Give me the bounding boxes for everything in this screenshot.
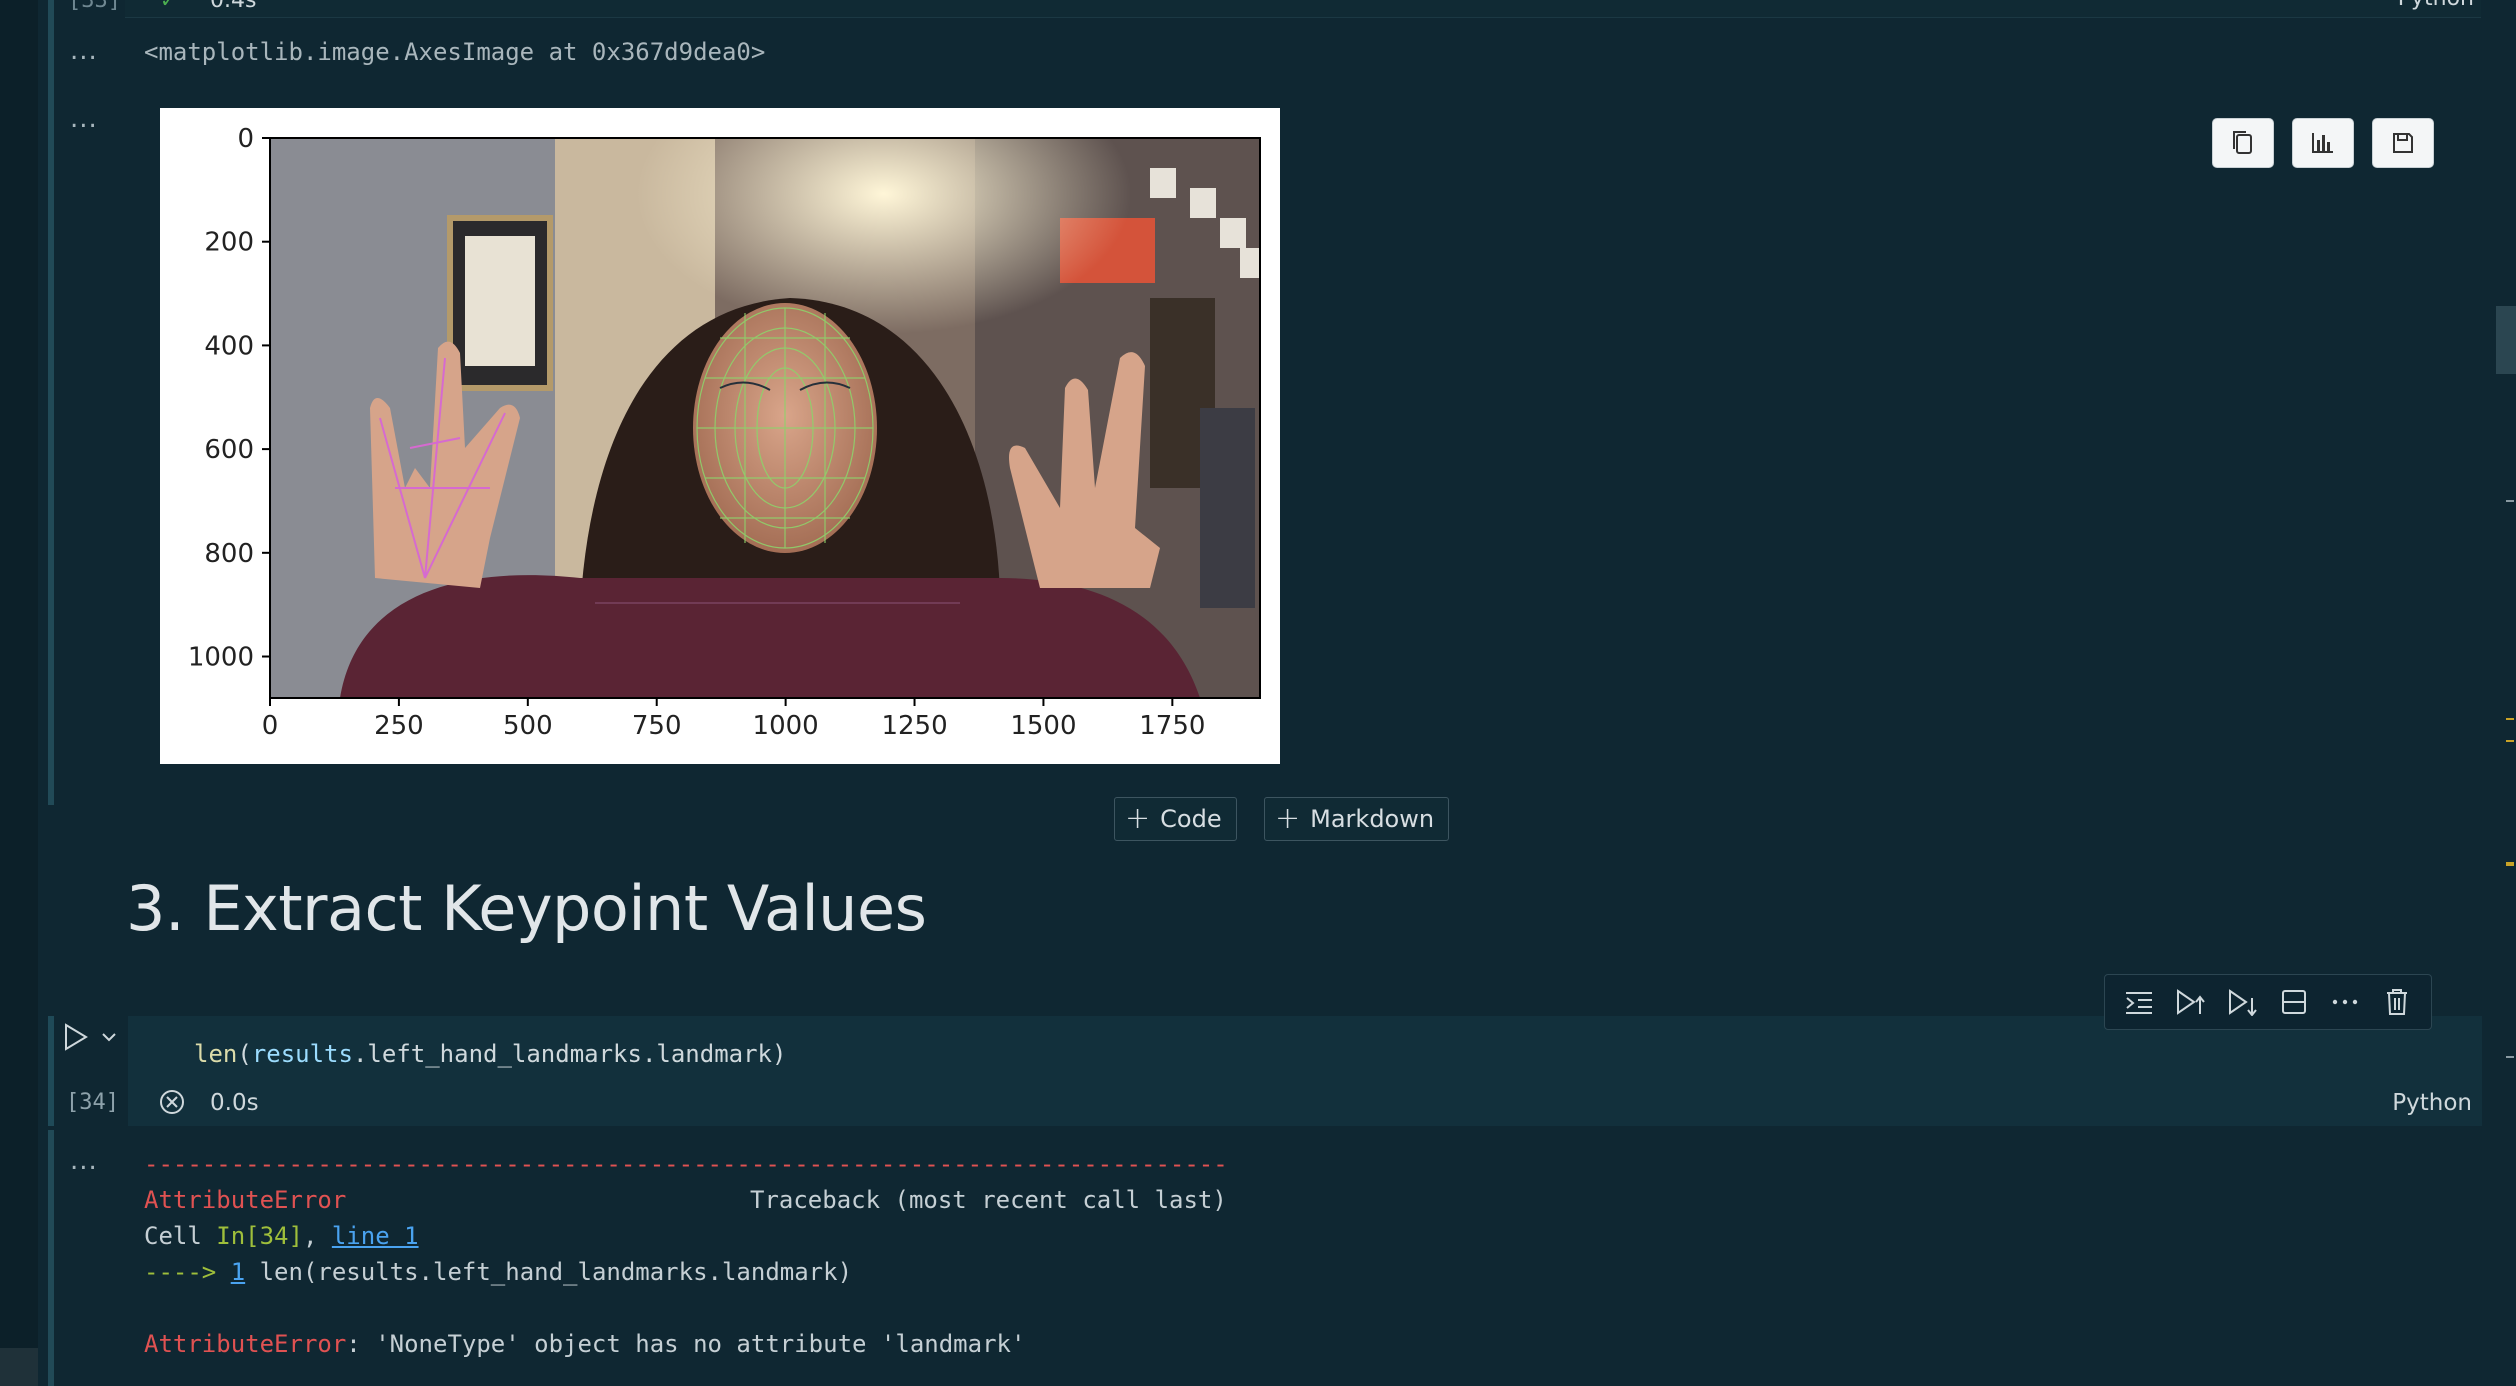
matplotlib-figure: 0 250 500 750 1000 1250 1500 1750 0 200 400 600 800… bbox=[160, 108, 1280, 764]
plus-icon: + bbox=[1125, 801, 1151, 836]
output-menu-button-2[interactable]: ... bbox=[70, 104, 98, 134]
run-above-icon bbox=[2177, 989, 2206, 1015]
line-number-link[interactable]: 1 bbox=[231, 1258, 245, 1286]
save-icon bbox=[2393, 133, 2413, 153]
add-code-cell-button[interactable]: + Code bbox=[1114, 797, 1237, 841]
overview-ruler-mark bbox=[2506, 740, 2514, 742]
vertical-scrollbar[interactable] bbox=[2494, 0, 2516, 1386]
y-tick-label: 400 bbox=[204, 331, 254, 361]
execute-above-button[interactable] bbox=[2119, 982, 2159, 1022]
split-cell-button[interactable] bbox=[2274, 982, 2314, 1022]
traceback-code: len(results.left_hand_landmarks.landmark… bbox=[245, 1258, 853, 1286]
execution-time: 0.0s bbox=[210, 1090, 259, 1116]
y-tick-label: 0 bbox=[237, 124, 254, 154]
traceback-location: Cell In[34], line 1 bbox=[144, 1218, 1228, 1254]
output-menu-button[interactable]: ... bbox=[70, 36, 98, 66]
section-heading[interactable]: 3. Extract Keypoint Values bbox=[126, 872, 927, 945]
overview-ruler-mark bbox=[2506, 500, 2514, 502]
y-tick-label: 800 bbox=[204, 539, 254, 569]
save-output-button[interactable] bbox=[2372, 118, 2434, 168]
success-check-icon: ✓ bbox=[160, 0, 177, 12]
error-type: AttributeError bbox=[144, 1186, 347, 1214]
x-axis: 0 250 500 750 1000 1250 1500 1750 bbox=[262, 698, 1205, 741]
cell-prefix: Cell bbox=[144, 1222, 217, 1250]
x-tick-label: 1000 bbox=[753, 711, 819, 741]
code-variable: results bbox=[251, 1040, 353, 1068]
cell-toolbar bbox=[2104, 974, 2432, 1030]
traceback-header: AttributeError Traceback (most recent cal… bbox=[144, 1182, 1228, 1218]
traceback-label: Traceback (most recent call last) bbox=[750, 1186, 1227, 1214]
code-function: len bbox=[194, 1040, 238, 1068]
x-tick-label: 0 bbox=[262, 711, 279, 741]
output-focus-bar bbox=[48, 1130, 54, 1386]
chevron-down-icon[interactable] bbox=[100, 1028, 118, 1046]
delete-icon bbox=[2387, 989, 2408, 1015]
code-line[interactable]: len(results.left_hand_landmarks.landmark… bbox=[194, 1040, 786, 1068]
scrollbar-thumb[interactable] bbox=[2496, 306, 2516, 374]
error-status-icon bbox=[160, 1090, 184, 1114]
comma: , bbox=[302, 1222, 332, 1250]
x-tick-label: 1500 bbox=[1010, 711, 1076, 741]
cell-focus-bar bbox=[48, 0, 54, 805]
axes-image-repr: <matplotlib.image.AxesImage at 0x367d9de… bbox=[144, 38, 766, 66]
traceback-arrow: ----> bbox=[144, 1258, 217, 1286]
more-actions-button[interactable] bbox=[2325, 982, 2365, 1022]
cell-language-picker[interactable]: Python bbox=[2392, 1090, 2472, 1116]
error-output-menu-button[interactable]: ... bbox=[70, 1146, 98, 1176]
x-tick-label: 250 bbox=[374, 711, 424, 741]
traceback-separator: ----------------------------------------… bbox=[144, 1150, 1228, 1178]
final-error-type: AttributeError bbox=[144, 1330, 347, 1358]
code-attribute-chain: .left_hand_landmarks.landmark) bbox=[352, 1040, 787, 1068]
copy-output-button[interactable] bbox=[2212, 118, 2274, 168]
overview-ruler-mark bbox=[2506, 1056, 2514, 1058]
y-axis: 0 200 400 600 800 1000 bbox=[188, 124, 270, 673]
add-markdown-label: Markdown bbox=[1310, 805, 1435, 833]
line-link[interactable]: line 1 bbox=[332, 1222, 419, 1250]
split-cell-icon bbox=[2281, 990, 2306, 1014]
previous-cell-language[interactable]: Python bbox=[2398, 0, 2474, 11]
run-below-icon bbox=[2229, 989, 2257, 1016]
y-tick-label: 1000 bbox=[188, 643, 254, 673]
x-tick-label: 1250 bbox=[881, 711, 947, 741]
final-error-message: : 'NoneType' object has no attribute 'la… bbox=[346, 1330, 1026, 1358]
previous-exec-count: [33] bbox=[68, 0, 121, 13]
y-tick-label: 600 bbox=[204, 435, 254, 465]
traceback-code-line: ----> 1 len(results.left_hand_landmarks.… bbox=[144, 1254, 1228, 1290]
execute-above-icon bbox=[2125, 992, 2152, 1014]
execution-count: [34] bbox=[66, 1090, 119, 1115]
add-code-label: Code bbox=[1160, 805, 1222, 833]
cell-reference: In[34] bbox=[216, 1222, 303, 1250]
more-icon bbox=[2333, 999, 2358, 1005]
x-tick-label: 1750 bbox=[1139, 711, 1205, 741]
plus-icon: + bbox=[1275, 801, 1301, 836]
x-tick-label: 750 bbox=[632, 711, 682, 741]
previous-cell-status-bar bbox=[125, 0, 2481, 18]
chart-icon bbox=[2312, 133, 2333, 153]
cell-focus-bar-active bbox=[48, 1016, 54, 1126]
x-tick-label: 500 bbox=[503, 711, 553, 741]
add-markdown-cell-button[interactable]: + Markdown bbox=[1264, 797, 1450, 841]
chart-output-button[interactable] bbox=[2292, 118, 2354, 168]
code-cell-editor[interactable] bbox=[128, 1016, 2482, 1126]
webcam-frame-image bbox=[270, 138, 1260, 698]
activity-strip bbox=[0, 0, 38, 1386]
previous-exec-time: 0.4s bbox=[210, 0, 257, 13]
overview-ruler-mark bbox=[2506, 862, 2514, 866]
error-traceback: ----------------------------------------… bbox=[144, 1146, 1228, 1362]
run-below-button[interactable] bbox=[2222, 982, 2262, 1022]
run-cell-icon[interactable] bbox=[62, 1022, 90, 1052]
strip-footer bbox=[0, 1348, 38, 1386]
y-tick-label: 200 bbox=[204, 228, 254, 258]
code-paren: ( bbox=[237, 1040, 252, 1068]
copy-icon bbox=[2233, 131, 2252, 154]
figure-svg: 0 250 500 750 1000 1250 1500 1750 0 200 400 600 800… bbox=[188, 124, 1261, 741]
delete-cell-button[interactable] bbox=[2377, 982, 2417, 1022]
overview-ruler-mark bbox=[2506, 718, 2514, 720]
error-message: AttributeError: 'NoneType' object has no… bbox=[144, 1326, 1228, 1362]
run-above-button[interactable] bbox=[2170, 982, 2210, 1022]
